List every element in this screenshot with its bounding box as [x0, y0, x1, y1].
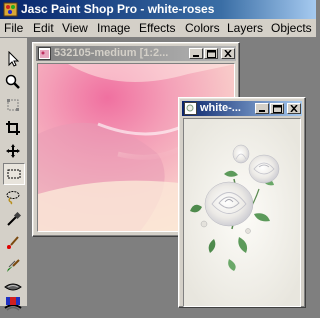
menu-file[interactable]: File — [4, 21, 23, 35]
minimize-button[interactable] — [189, 48, 203, 59]
document-window-white-roses[interactable]: white-... — [178, 97, 306, 308]
paint-shop-pro-icon[interactable] — [3, 2, 18, 17]
selection-tool-icon[interactable] — [3, 163, 25, 185]
menu-image[interactable]: Image — [97, 21, 130, 35]
arrow-tool-icon[interactable] — [2, 48, 24, 70]
freehand-selection-tool-icon[interactable] — [2, 186, 24, 208]
document-title: 532105-medium [1:2... — [54, 47, 169, 59]
menu-objects[interactable]: Objects — [271, 21, 312, 35]
menu-edit[interactable]: Edit — [33, 21, 54, 35]
dropper-tool-icon[interactable] — [2, 209, 24, 231]
close-button[interactable] — [287, 103, 301, 114]
app-title-bar: Jasc Paint Shop Pro - white-roses — [0, 0, 316, 19]
menu-layers[interactable]: Layers — [227, 21, 263, 35]
document-title-bar[interactable]: 532105-medium [1:2... — [36, 46, 236, 61]
color-replacer-tool-icon[interactable] — [2, 276, 24, 298]
maximize-button[interactable] — [270, 103, 284, 114]
document-canvas[interactable] — [183, 118, 301, 307]
deformation-tool-icon[interactable] — [2, 94, 24, 116]
picture-tube-tool-icon[interactable] — [2, 297, 24, 305]
zoom-tool-icon[interactable] — [2, 71, 24, 93]
close-button[interactable] — [221, 48, 235, 59]
white-roses-image — [184, 119, 300, 306]
menu-view[interactable]: View — [62, 21, 88, 35]
clone-brush-tool-icon[interactable] — [2, 255, 24, 277]
app-title: Jasc Paint Shop Pro - white-roses — [21, 2, 215, 16]
paint-brush-tool-icon[interactable] — [2, 232, 24, 254]
document-title-bar[interactable]: white-... — [182, 101, 302, 116]
tool-palette — [0, 38, 28, 311]
mover-tool-icon[interactable] — [2, 140, 24, 162]
menu-colors[interactable]: Colors — [185, 21, 220, 35]
crop-tool-icon[interactable] — [2, 117, 24, 139]
document-title: white-... — [200, 102, 241, 114]
document-icon — [184, 102, 197, 115]
maximize-button[interactable] — [204, 48, 218, 59]
menu-effects[interactable]: Effects — [139, 21, 175, 35]
minimize-button[interactable] — [255, 103, 269, 114]
menu-bar: File Edit View Image Effects Colors Laye… — [0, 19, 316, 38]
document-icon — [38, 47, 51, 60]
